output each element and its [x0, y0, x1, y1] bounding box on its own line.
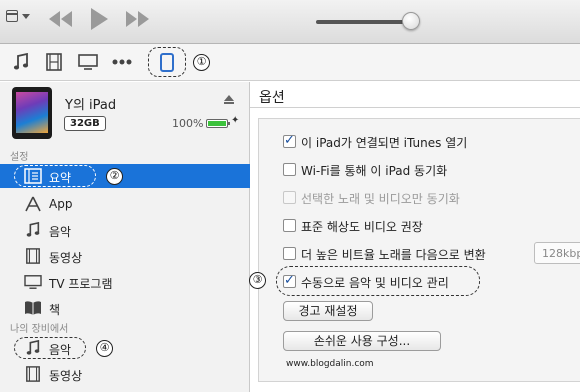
sidebar-item-label: 책	[49, 303, 61, 317]
reset-warnings-button[interactable]: 경고 재설정	[283, 301, 373, 321]
checkbox[interactable]	[283, 273, 296, 288]
sidebar: Y의 iPad 32GB 100% ✦ 설정 요약 ② App 음악 동영상 T…	[0, 82, 250, 392]
device-name[interactable]: Y의 iPad	[65, 94, 116, 113]
device-thumbnail	[12, 87, 52, 139]
tv-icon	[24, 275, 42, 289]
bolt-icon: ✦	[231, 115, 240, 126]
checkbox[interactable]	[283, 133, 296, 148]
sidebar-item-music[interactable]: 음악	[0, 218, 250, 242]
film-icon	[26, 248, 40, 264]
music-note-icon[interactable]	[12, 53, 30, 71]
rewind-icon[interactable]	[48, 8, 74, 30]
app-store-icon	[25, 196, 41, 212]
eject-icon[interactable]	[224, 95, 234, 105]
film-icon[interactable]	[46, 53, 62, 71]
sidebar-item-label: App	[49, 197, 73, 211]
tv-icon[interactable]	[78, 53, 98, 71]
music-note-icon	[26, 340, 40, 355]
callout-4: ④	[96, 340, 113, 357]
option-label: 더 높은 비트율 노래를 다음으로 변환	[301, 248, 486, 262]
callout-3: ③	[249, 272, 266, 289]
player-toolbar	[0, 0, 580, 44]
options-title: 옵션	[259, 90, 285, 106]
more-icon[interactable]	[112, 59, 132, 65]
play-icon[interactable]	[88, 6, 110, 32]
sidebar-item-device-movies[interactable]: 동영상	[0, 362, 250, 386]
volume-track[interactable]	[316, 20, 412, 24]
sidebar-item-label: 요약	[49, 171, 72, 185]
option-label: 수동으로 음악 및 비디오 관리	[301, 276, 449, 290]
volume-slider-thumb[interactable]	[402, 12, 420, 30]
battery-percent: 100%	[172, 117, 204, 130]
sidebar-item-summary[interactable]: 요약	[0, 164, 250, 188]
sidebar-item-device-music[interactable]: 음악	[0, 336, 250, 360]
sidebar-item-label: 동영상	[49, 251, 83, 265]
accessibility-button[interactable]: 손쉬운 사용 구성...	[283, 331, 441, 351]
battery-icon	[206, 119, 230, 128]
checkbox[interactable]	[283, 247, 296, 260]
sidebar-item-label: 음악	[49, 225, 72, 239]
option-label: 표준 해상도 비디오 권장	[301, 220, 423, 234]
callout-2: ②	[106, 168, 123, 185]
film-icon	[26, 366, 40, 382]
ipad-device-icon	[160, 53, 174, 72]
on-device-section-label: 나의 장비에서	[10, 324, 69, 335]
option-label: 선택한 노래 및 비디오만 동기화	[301, 192, 460, 206]
media-type-bar: ①	[0, 44, 580, 81]
window-menu-icon[interactable]	[6, 8, 32, 26]
sidebar-item-label: 동영상	[49, 369, 83, 383]
capacity-badge: 32GB	[64, 116, 106, 131]
checkbox[interactable]	[283, 219, 296, 232]
settings-section-label: 설정	[10, 152, 29, 163]
ipad-device-button[interactable]	[148, 47, 186, 77]
sidebar-item-app[interactable]: App	[0, 192, 250, 216]
music-note-icon	[26, 222, 40, 237]
fast-forward-icon[interactable]	[124, 8, 150, 30]
sidebar-item-label: 음악	[49, 343, 72, 357]
sidebar-item-label: TV 프로그램	[49, 277, 113, 291]
summary-icon	[24, 168, 42, 184]
callout-1: ①	[193, 54, 210, 71]
option-label: 이 iPad가 연결되면 iTunes 열기	[301, 136, 468, 150]
sidebar-item-tv-shows[interactable]: TV 프로그램	[0, 270, 250, 294]
sidebar-item-books[interactable]: 책	[0, 296, 250, 320]
option-label: Wi-Fi를 통해 이 iPad 동기화	[301, 164, 448, 178]
divider	[250, 107, 580, 108]
watermark: www.blogdalin.com	[286, 359, 374, 369]
bitrate-select[interactable]: 128kbps	[534, 242, 580, 264]
book-icon	[25, 301, 41, 315]
checkbox[interactable]	[283, 163, 296, 176]
sidebar-item-movies[interactable]: 동영상	[0, 244, 250, 268]
checkbox	[283, 191, 296, 204]
